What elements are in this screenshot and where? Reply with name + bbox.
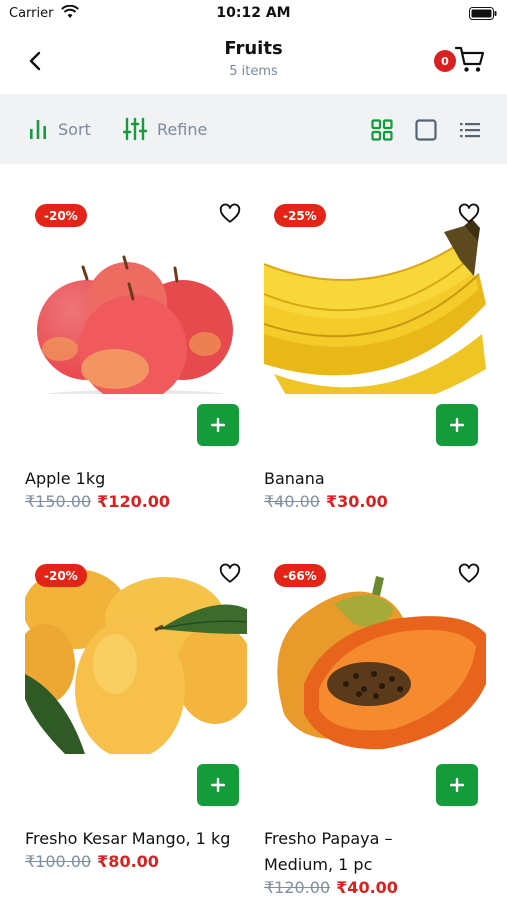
apple-image xyxy=(37,255,233,403)
product-image-apple[interactable] xyxy=(25,164,247,403)
status-bar: Carrier 10:12 AM xyxy=(0,0,507,28)
heart-icon[interactable] xyxy=(219,563,241,585)
product-image-banana[interactable] xyxy=(263,164,486,414)
sale-price: ₹40.00 xyxy=(336,878,398,897)
battery-icon xyxy=(469,7,497,20)
discount-badge: -66% xyxy=(274,564,326,587)
cart-badge: 0 xyxy=(434,50,456,72)
old-price: ₹120.00 xyxy=(264,878,331,897)
status-time: 10:12 AM xyxy=(216,5,291,21)
discount-badge: -25% xyxy=(274,204,326,227)
mango-image xyxy=(15,569,255,759)
old-price: ₹40.00 xyxy=(264,492,320,511)
sale-price: ₹120.00 xyxy=(97,492,171,511)
price-row: ₹120.00 ₹40.00 xyxy=(264,878,398,897)
product-name[interactable]: Banana xyxy=(264,466,494,492)
list-view-icon[interactable] xyxy=(459,119,481,141)
price-row: ₹40.00 ₹30.00 xyxy=(264,492,388,511)
product-name[interactable]: Apple 1kg xyxy=(25,466,255,492)
sale-price: ₹30.00 xyxy=(325,492,388,511)
price-row: ₹100.00 ₹80.00 xyxy=(25,852,159,871)
plus-icon xyxy=(211,778,225,792)
add-to-cart-button[interactable] xyxy=(436,404,478,446)
filter-toolbar: Sort Refine xyxy=(0,94,507,164)
product-name[interactable]: Fresho Papaya – Medium, 1 pc xyxy=(264,826,464,878)
grid-view-icon[interactable] xyxy=(371,119,393,141)
product-image-papaya[interactable] xyxy=(264,524,486,754)
old-price: ₹150.00 xyxy=(25,492,92,511)
refine-label: Refine xyxy=(157,119,208,139)
discount-badge: -20% xyxy=(35,564,87,587)
discount-badge: -20% xyxy=(35,204,87,227)
old-price: ₹100.00 xyxy=(25,852,92,871)
plus-icon xyxy=(450,418,464,432)
heart-icon[interactable] xyxy=(219,203,241,225)
sale-price: ₹80.00 xyxy=(97,852,159,871)
plus-icon xyxy=(211,418,225,432)
single-view-icon[interactable] xyxy=(415,119,437,141)
item-count: 5 items xyxy=(229,64,278,79)
add-to-cart-button[interactable] xyxy=(197,764,239,806)
cart-icon[interactable] xyxy=(455,44,485,74)
heart-icon[interactable] xyxy=(458,203,480,225)
title-block: Fruits 5 items xyxy=(0,38,507,79)
plus-icon xyxy=(450,778,464,792)
price-row: ₹150.00 ₹120.00 xyxy=(25,492,170,511)
refine-button[interactable]: Refine xyxy=(123,116,207,142)
banana-image xyxy=(263,219,486,414)
add-to-cart-button[interactable] xyxy=(197,404,239,446)
product-name[interactable]: Fresho Kesar Mango, 1 kg xyxy=(25,826,255,852)
sort-icon xyxy=(30,120,46,139)
heart-icon[interactable] xyxy=(458,563,480,585)
app-header: Fruits 5 items 0 xyxy=(0,28,507,94)
sort-button[interactable]: Sort xyxy=(28,116,91,142)
page-title: Fruits xyxy=(224,38,283,59)
sliders-icon xyxy=(123,117,147,141)
sort-label: Sort xyxy=(58,119,91,139)
papaya-image xyxy=(277,576,486,750)
add-to-cart-button[interactable] xyxy=(436,764,478,806)
product-image-mango[interactable] xyxy=(15,524,255,759)
